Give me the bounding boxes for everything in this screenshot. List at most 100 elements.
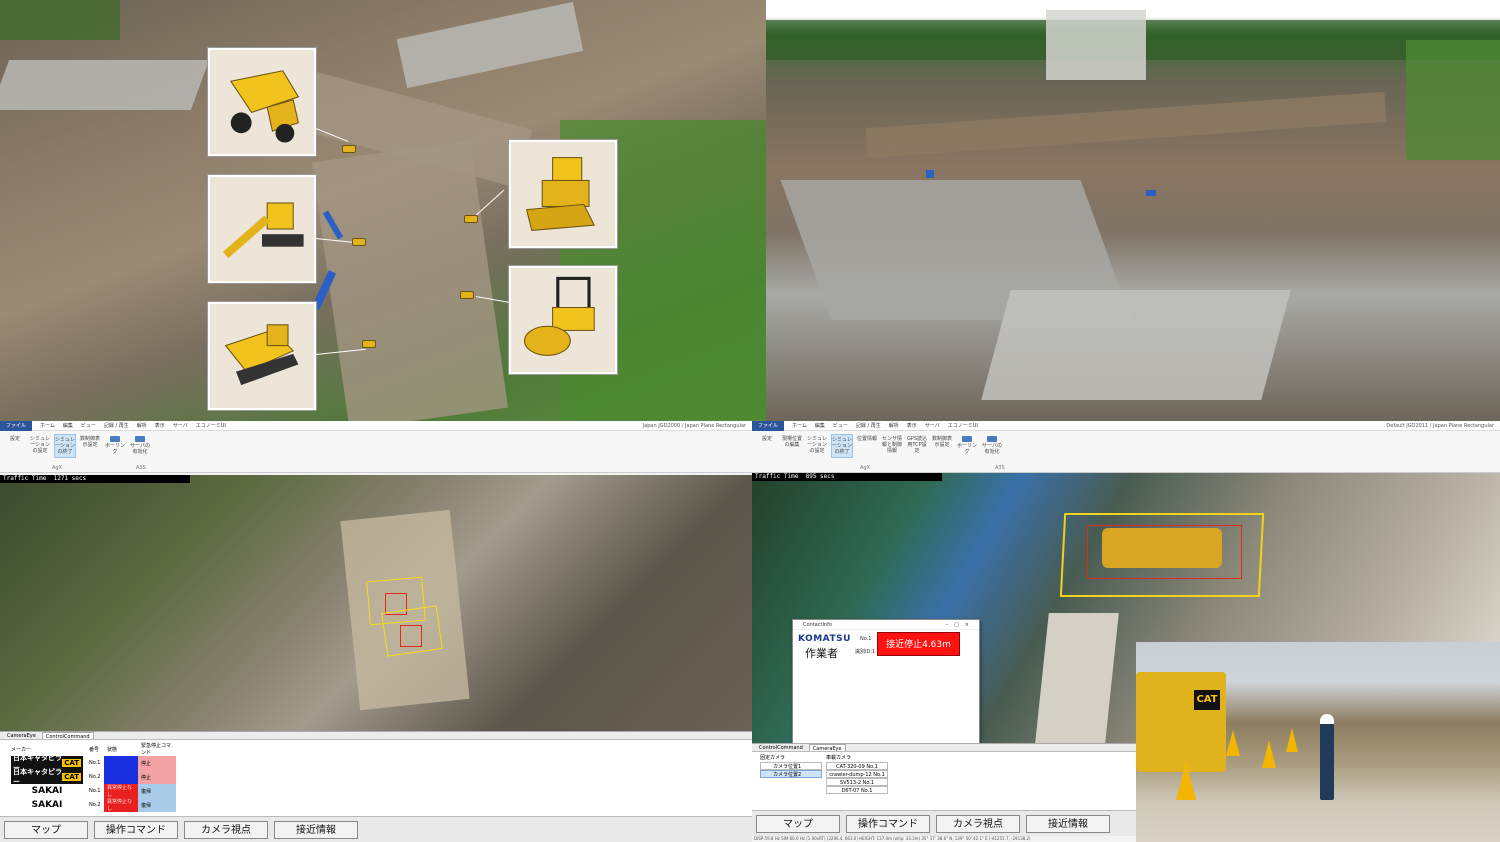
camera-panel: ControlCommand CameraEye 固定カメラ カメラ位置1 カメ… bbox=[752, 743, 1136, 817]
simulator-window-left: ファイル ホーム 編集 ビュー 記録 / 再生 解析 表示 サーバ エコノーミU… bbox=[0, 421, 752, 842]
server-enable-button[interactable]: サーバの有効化 bbox=[981, 434, 1003, 458]
panel-tabs: ControlCommand CameraEye bbox=[752, 744, 1136, 752]
state-cell: 異常停止なし bbox=[104, 784, 138, 798]
tab-record[interactable]: 記録 / 再生 bbox=[856, 422, 881, 429]
proximity-button[interactable]: 接近情報 bbox=[1026, 815, 1110, 833]
tab-edit[interactable]: 編集 bbox=[63, 422, 73, 429]
sim-end-button[interactable]: シミュレーションの終了 bbox=[831, 434, 853, 458]
inset-road-roller bbox=[509, 266, 617, 374]
tab-analysis[interactable]: 解析 bbox=[889, 422, 899, 429]
table-row[interactable]: 日本キャタピラー CAT No.2 停止 bbox=[8, 768, 176, 786]
tab-economy-ui[interactable]: エコノーミUI bbox=[948, 422, 978, 429]
window-controls[interactable]: –□× bbox=[946, 620, 975, 630]
sensor-info-button[interactable]: センサ情報と制御情報 bbox=[881, 434, 903, 458]
worker-label: 作業者 bbox=[805, 647, 838, 660]
list-item[interactable]: CAT-320-09 No.1 bbox=[826, 762, 888, 770]
state-cell bbox=[104, 770, 138, 784]
excavator-photo bbox=[1136, 672, 1226, 772]
tab-record[interactable]: 記録 / 再生 bbox=[104, 422, 129, 429]
list-item[interactable]: SV513-2 No.1 bbox=[826, 778, 888, 786]
tab-server[interactable]: サーバ bbox=[925, 422, 940, 429]
server-icon bbox=[987, 436, 997, 442]
bulldozer-icon bbox=[525, 157, 596, 231]
map-button[interactable]: マップ bbox=[4, 821, 88, 839]
tab-view[interactable]: ビュー bbox=[81, 422, 96, 429]
group-agx-label: AgX bbox=[52, 465, 63, 471]
onboard-camera-list: 車載カメラ CAT-320-09 No.1 crawler-dump-12 No… bbox=[826, 754, 888, 794]
machine-marker bbox=[342, 145, 356, 153]
camera-view-button[interactable]: カメラ視点 bbox=[936, 815, 1020, 833]
coord-system: Default JGD2011 / Japan Plane Rectangula… bbox=[1386, 422, 1494, 429]
emergency-cell[interactable]: 復帰 bbox=[138, 798, 176, 812]
tab-display[interactable]: 表示 bbox=[155, 422, 165, 429]
site-camera-photo: CAT bbox=[1136, 642, 1500, 842]
tab-camera-eye[interactable]: CameraEye bbox=[4, 732, 39, 739]
boring-button[interactable]: ボーリング bbox=[956, 434, 978, 458]
tab-display[interactable]: 表示 bbox=[907, 422, 917, 429]
col-emergency: 緊急停止コマンド bbox=[141, 743, 172, 756]
tab-economy-ui[interactable]: エコノーミUI bbox=[196, 422, 226, 429]
vehicle-no: No.1 bbox=[89, 788, 101, 794]
list-item[interactable]: カメラ位置2 bbox=[760, 770, 822, 778]
emergency-cell[interactable]: 復帰 bbox=[138, 784, 176, 798]
command-button[interactable]: 操作コマンド bbox=[94, 821, 178, 839]
simulator-window-right: ファイル ホーム 編集 ビュー 記録 / 再生 解析 表示 サーバ エコノーミU… bbox=[752, 421, 1500, 842]
tab-control-command[interactable]: ControlCommand bbox=[756, 744, 806, 751]
tab-camera-eye[interactable]: CameraEye bbox=[808, 744, 846, 752]
inset-crawler-dumper bbox=[208, 302, 316, 410]
tab-edit[interactable]: 編集 bbox=[815, 422, 825, 429]
state-cell bbox=[104, 756, 138, 770]
tab-file[interactable]: ファイル bbox=[0, 421, 33, 431]
emergency-cell[interactable]: 停止 bbox=[138, 770, 176, 784]
position-info-button[interactable]: 位置情報 bbox=[856, 434, 878, 458]
table-row[interactable]: SAKAI No.1 異常停止なし 復帰 bbox=[8, 784, 176, 798]
cat-logo: 日本キャタピラー CAT bbox=[11, 768, 83, 786]
tab-file[interactable]: ファイル bbox=[752, 421, 785, 431]
inset-dump-truck bbox=[208, 48, 316, 156]
vehicle-no: No.1 bbox=[89, 760, 101, 766]
proximity-button[interactable]: 接近情報 bbox=[274, 821, 358, 839]
settings-button[interactable]: 設定 bbox=[4, 434, 26, 458]
gps-tcp-button[interactable]: GPS読込用TCP設定 bbox=[906, 434, 928, 458]
control-display-button[interactable]: 数制御表示設定 bbox=[79, 434, 101, 458]
vehicle-no: No.2 bbox=[89, 774, 101, 780]
sim-settings-button[interactable]: シミュレーションの設定 bbox=[806, 434, 828, 458]
map-button[interactable]: マップ bbox=[756, 815, 840, 833]
helmet-icon bbox=[1320, 714, 1334, 724]
tab-home[interactable]: ホーム bbox=[40, 422, 55, 429]
tab-control-command[interactable]: ControlCommand bbox=[41, 732, 94, 740]
server-enable-button[interactable]: サーバの有効化 bbox=[129, 434, 151, 458]
camera-view-button[interactable]: カメラ視点 bbox=[184, 821, 268, 839]
worker-id: 識別ID:1 bbox=[855, 649, 876, 655]
col-number: 番号 bbox=[89, 746, 100, 753]
list-item[interactable]: カメラ位置1 bbox=[760, 762, 822, 770]
site-edit-button[interactable]: 現場位置の編集 bbox=[781, 434, 803, 458]
col-state: 状態 bbox=[107, 746, 118, 753]
command-button[interactable]: 操作コマンド bbox=[846, 815, 930, 833]
bottom-button-bar: マップ 操作コマンド カメラ視点 接近情報 bbox=[0, 816, 752, 842]
traffic-cone-icon bbox=[1262, 740, 1276, 768]
vehicle-no: No.2 bbox=[89, 802, 101, 808]
boring-button[interactable]: ボーリング bbox=[104, 434, 126, 458]
settings-button[interactable]: 設定 bbox=[756, 434, 778, 458]
coord-system: Japan JGD2000 / Japan Plane Rectangular bbox=[642, 422, 746, 429]
list-item[interactable]: crawler-dump-12 No.1 bbox=[826, 770, 888, 778]
tab-home[interactable]: ホーム bbox=[792, 422, 807, 429]
inset-excavator bbox=[208, 175, 316, 283]
tab-server[interactable]: サーバ bbox=[173, 422, 188, 429]
control-display-button[interactable]: 数制御表示設定 bbox=[931, 434, 953, 458]
emergency-cell[interactable]: 停止 bbox=[138, 756, 176, 770]
sakai-logo: SAKAI bbox=[11, 798, 83, 812]
map-viewport[interactable]: Traffic Time 1271 secs bbox=[0, 475, 752, 731]
tab-view[interactable]: ビュー bbox=[833, 422, 848, 429]
panel-tabs: CameraEye ControlCommand bbox=[0, 732, 752, 740]
table-row[interactable]: SAKAI No.2 異常停止なし 復帰 bbox=[8, 798, 176, 812]
worker-photo bbox=[1320, 720, 1334, 800]
dump-truck-icon bbox=[229, 70, 300, 143]
list-item[interactable]: D6T-07 No.1 bbox=[826, 786, 888, 794]
ribbon: 設定 現場位置の編集 シミュレーションの設定 シミュレーションの終了 位置情報 … bbox=[752, 431, 1500, 473]
ribbon-tabs: ファイル ホーム 編集 ビュー 記録 / 再生 解析 表示 サーバ エコノーミU… bbox=[752, 421, 1500, 431]
tab-analysis[interactable]: 解析 bbox=[137, 422, 147, 429]
sim-settings-button[interactable]: シミュレーションの設定 bbox=[29, 434, 51, 458]
sim-end-button[interactable]: シミュレーションの終了 bbox=[54, 434, 76, 458]
